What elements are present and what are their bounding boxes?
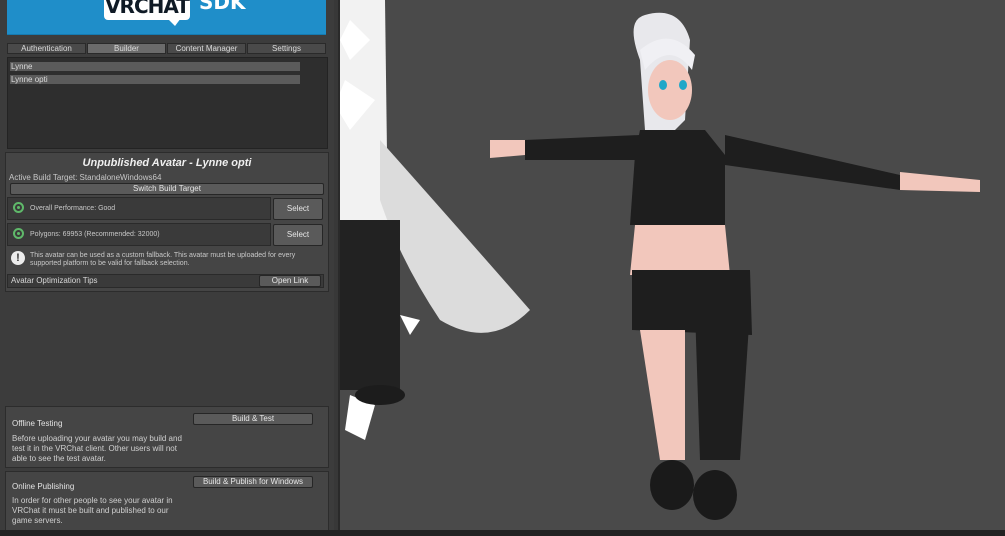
online-publishing-section: Online Publishing Build & Publish for Wi… [5,471,329,533]
tail-shape [380,140,530,333]
polygons-text: Polygons: 69953 (Recommended: 32000) [30,231,160,238]
avatar-list-item[interactable]: Lynne opti [10,75,300,84]
switch-build-target-button[interactable]: Switch Build Target [10,183,324,195]
sdk-banner: VRCHAT SDK [7,0,326,35]
select-polygons-button[interactable]: Select [273,224,323,246]
online-publishing-heading: Online Publishing [12,482,75,491]
avatar-preview [340,0,980,520]
tab-settings[interactable]: Settings [247,43,326,54]
open-link-button[interactable]: Open Link [259,275,321,287]
offline-testing-section: Offline Testing Build & Test Before uplo… [5,406,329,468]
avatar-title: Unpublished Avatar - Lynne opti [82,157,252,169]
optimization-tips-label: Avatar Optimization Tips [11,276,98,285]
builder-section: Unpublished Avatar - Lynne opti Active B… [5,152,329,292]
check-circle-icon [13,228,24,239]
build-and-publish-button[interactable]: Build & Publish for Windows [193,476,313,488]
offline-testing-heading: Offline Testing [12,419,63,428]
tab-content-manager[interactable]: Content Manager [167,43,246,54]
info-icon: ! [11,251,25,265]
performance-check: Overall Performance: Good [7,197,271,220]
tab-authentication[interactable]: Authentication [7,43,86,54]
check-circle-icon [13,202,24,213]
partial-avatar-legs [340,220,400,390]
active-build-target: Active Build Target: StandaloneWindows64 [9,173,162,182]
avatar-model [490,12,980,520]
select-performance-button[interactable]: Select [273,198,323,220]
avatar-list-item[interactable]: Lynne [10,62,300,71]
vrchat-logo: VRCHAT [104,0,190,20]
vrchat-sdk-panel: VRCHAT SDK Authentication Builder Conten… [0,0,334,536]
tab-builder[interactable]: Builder [87,43,166,54]
avatar-list: Lynne Lynne opti [7,57,328,149]
performance-text: Overall Performance: Good [30,205,116,212]
build-and-test-button[interactable]: Build & Test [193,413,313,425]
scene-viewport[interactable] [338,0,1005,530]
sdk-tabs: Authentication Builder Content Manager S… [7,43,326,54]
sdk-label: SDK [199,0,246,14]
online-publishing-text: In order for other people to see your av… [12,496,173,525]
fallback-notice: This avatar can be used as a custom fall… [30,252,296,267]
polygons-check: Polygons: 69953 (Recommended: 32000) [7,223,271,246]
logo-speech-tail [167,18,181,26]
offline-testing-text: Before uploading your avatar you may bui… [12,434,182,463]
unity-status-bar [0,530,1005,536]
